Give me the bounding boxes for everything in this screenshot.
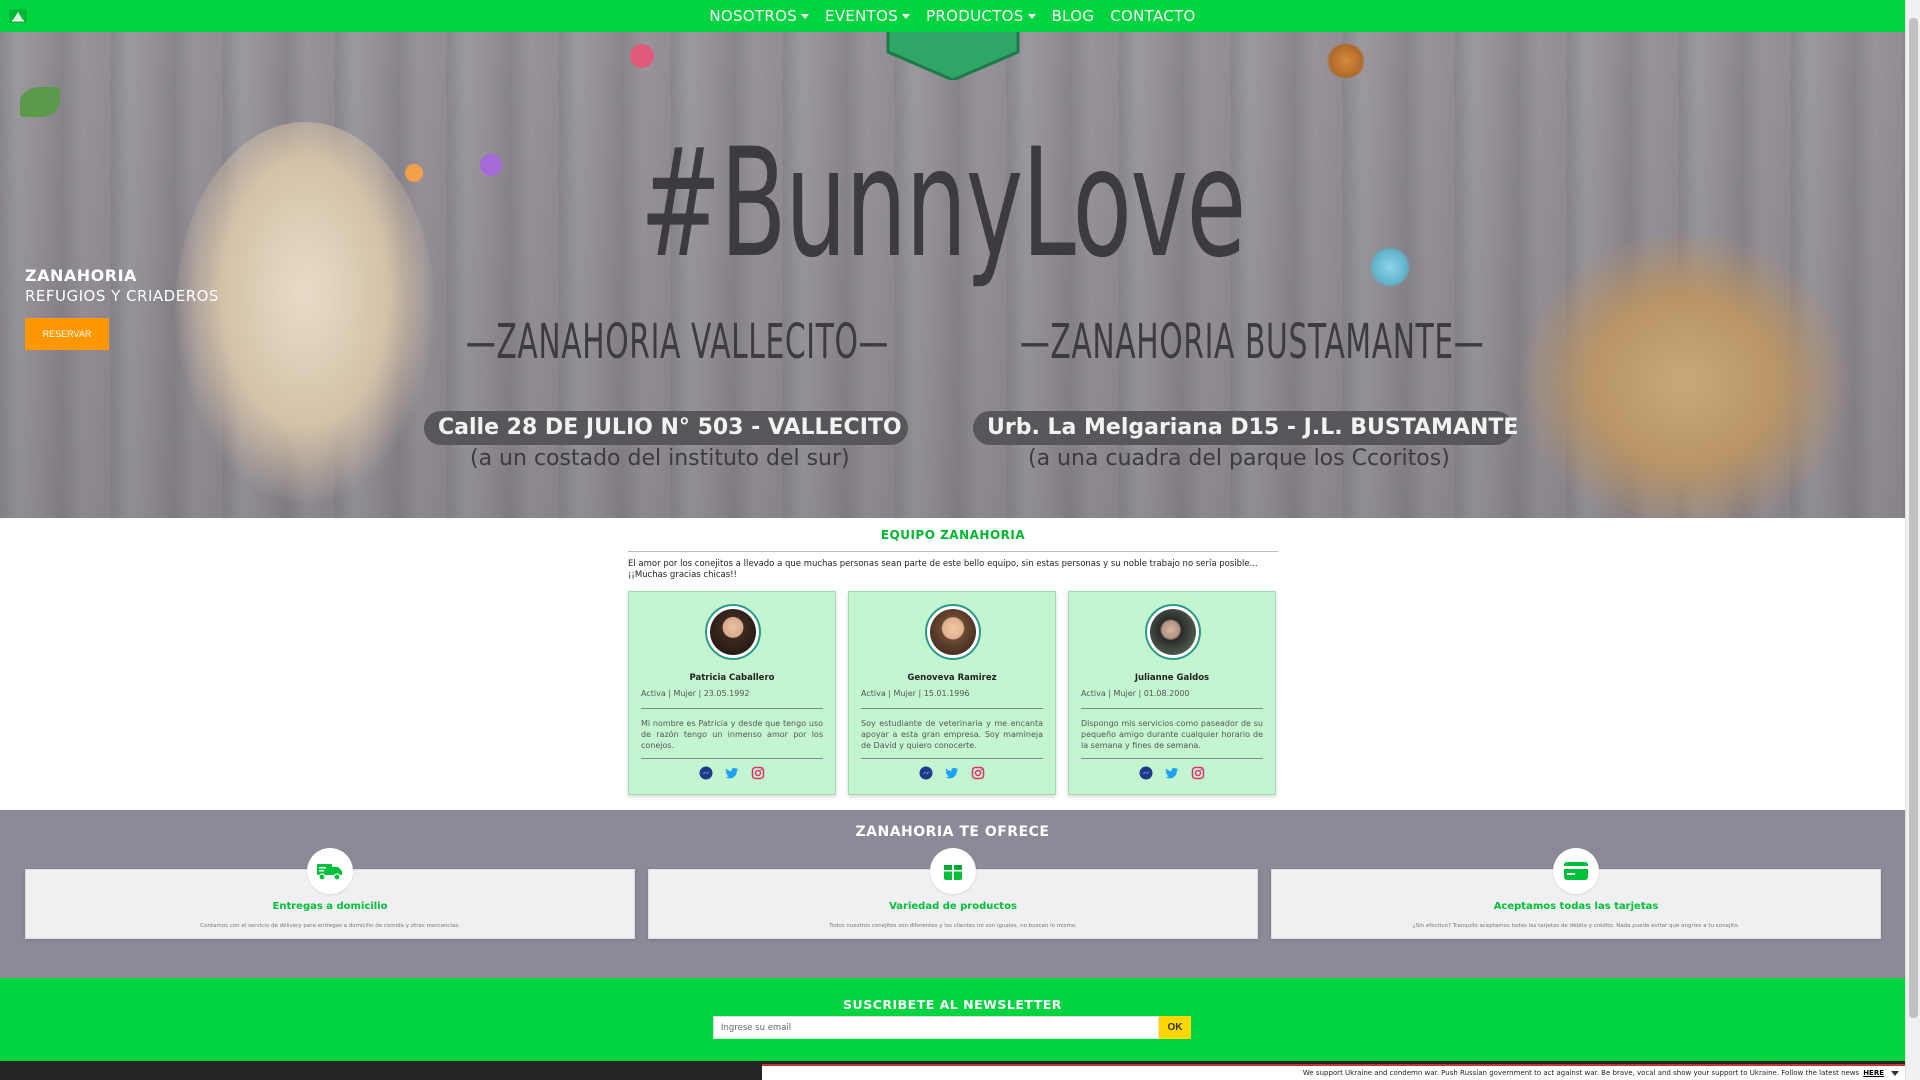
- member-meta: Activa | Mujer | 23.05.1992: [641, 689, 750, 698]
- divider: [861, 758, 1043, 759]
- social-links: [629, 766, 835, 780]
- petal-decoration-icon: [405, 164, 423, 182]
- messenger-icon[interactable]: [919, 766, 933, 780]
- nav-menu: NOSOTROS EVENTOS PRODUCTOS BLOG CONTACTO: [0, 0, 1905, 32]
- offer-desc: ¿Sin efectivo? Tranquilo aceptamos todas…: [1412, 923, 1740, 929]
- member-bio: Soy estudiante de veterinaria y me encan…: [861, 719, 1043, 750]
- hero-carousel-slide: #BunnyLove —ZANAHORIA VALLECITO— —ZANAHO…: [0, 32, 1905, 518]
- top-navbar: NOSOTROS EVENTOS PRODUCTOS BLOG CONTACTO: [0, 0, 1905, 32]
- team-member-card: Julianne Galdos Activa | Mujer | 01.08.2…: [1068, 591, 1276, 795]
- petal-decoration-icon: [630, 44, 654, 68]
- banner-link[interactable]: HERE: [1863, 1069, 1884, 1077]
- newsletter-title: SUSCRIBETE AL NEWSLETTER: [843, 997, 1062, 1012]
- member-name: Patricia Caballero: [689, 673, 775, 683]
- nav-item-label: CONTACTO: [1110, 7, 1196, 25]
- newsletter-section: SUSCRIBETE AL NEWSLETTER OK: [0, 978, 1905, 1061]
- avatar: [705, 604, 761, 660]
- page-scrollbar[interactable]: [1905, 0, 1920, 1080]
- newsletter-submit-button[interactable]: OK: [1159, 1016, 1191, 1039]
- logo-badge-icon: [886, 32, 1020, 80]
- team-cards: Patricia Caballero Activa | Mujer | 23.0…: [628, 591, 1278, 795]
- location-title-bustamante: —ZANAHORIA BUSTAMANTE—: [1020, 314, 1485, 370]
- ukraine-support-banner: We support Ukraine and condemn war. Push…: [762, 1064, 1905, 1080]
- offer-title: Variedad de productos: [889, 901, 1017, 912]
- nav-item-contacto[interactable]: CONTACTO: [1110, 7, 1195, 25]
- location-title-vallecito: —ZANAHORIA VALLECITO—: [466, 314, 889, 370]
- team-member-card: Patricia Caballero Activa | Mujer | 23.0…: [628, 591, 836, 795]
- location-address-bustamante: Urb. La Melgariana D15 - J.L. BUSTAMANTE: [973, 411, 1518, 445]
- team-member-card: Genoveva Ramirez Activa | Mujer | 15.01.…: [848, 591, 1056, 795]
- divider: [1081, 708, 1263, 709]
- instagram-icon[interactable]: [1191, 766, 1205, 780]
- hero-caption-subtitle: REFUGIOS Y CRIADEROS: [25, 287, 219, 305]
- avatar: [1145, 604, 1201, 660]
- social-links: [849, 766, 1055, 780]
- hero-hashtag: #BunnyLove: [640, 117, 1246, 291]
- bunny-right-illustration: [1520, 232, 1850, 518]
- member-bio: Mi nombre es Patricia y desde que tengo …: [641, 719, 823, 750]
- nav-item-label: EVENTOS: [825, 7, 899, 25]
- divider: [1081, 758, 1263, 759]
- location-address-vallecito: Calle 28 DE JULIO N° 503 - VALLECITO: [424, 411, 908, 445]
- divider: [641, 708, 823, 709]
- petal-decoration-icon: [480, 154, 502, 176]
- divider: [861, 708, 1043, 709]
- reserve-button[interactable]: RESERVAR: [25, 318, 109, 350]
- bunny-left-illustration: [175, 122, 435, 502]
- divider: [641, 758, 823, 759]
- offer-card-cards: Aceptamos todas las tarjetas ¿Sin efecti…: [1271, 848, 1881, 939]
- nav-item-nosotros[interactable]: NOSOTROS: [709, 7, 810, 25]
- offer-title: Aceptamos todas las tarjetas: [1493, 901, 1659, 912]
- offers-title: ZANAHORIA TE OFRECE: [855, 824, 1050, 840]
- butterfly-icon: [1325, 44, 1367, 78]
- social-links: [1069, 766, 1275, 780]
- team-title: EQUIPO ZANAHORIA: [880, 528, 1026, 542]
- instagram-icon[interactable]: [751, 766, 765, 780]
- hero-caption-title: ZANAHORIA: [25, 266, 137, 285]
- nav-item-label: PRODUCTOS: [926, 7, 1024, 25]
- offer-card-delivery: Entregas a domicilio Contamos con el ser…: [25, 848, 635, 939]
- delivery-truck-icon: [307, 848, 353, 894]
- messenger-icon[interactable]: [1139, 766, 1153, 780]
- team-section: EQUIPO ZANAHORIA El amor por los conejit…: [628, 518, 1278, 795]
- member-meta: Activa | Mujer | 15.01.1996: [861, 689, 970, 698]
- caret-down-icon: [1027, 13, 1036, 19]
- location-reference-vallecito: (a un costado del instituto del sur): [470, 446, 850, 471]
- location-reference-bustamante: (a una cuadra del parque los Ccoritos): [1028, 446, 1450, 471]
- twitter-icon[interactable]: [1165, 766, 1179, 780]
- nav-item-productos[interactable]: PRODUCTOS: [926, 7, 1036, 25]
- caret-down-icon: [902, 13, 911, 19]
- banner-text: We support Ukraine and condemn war. Push…: [1302, 1069, 1860, 1077]
- team-divider: [628, 551, 1278, 552]
- nav-item-label: NOSOTROS: [709, 7, 798, 25]
- twitter-icon[interactable]: [725, 766, 739, 780]
- offer-card-products: Variedad de productos Todos nuestros con…: [648, 848, 1258, 939]
- member-meta: Activa | Mujer | 01.08.2000: [1081, 689, 1190, 698]
- hero-caption: ZANAHORIA REFUGIOS Y CRIADEROS: [25, 266, 219, 305]
- instagram-icon[interactable]: [971, 766, 985, 780]
- butterfly-icon: [1370, 247, 1410, 287]
- offers-section: ZANAHORIA TE OFRECE Entregas a domicilio…: [0, 810, 1905, 978]
- newsletter-email-input[interactable]: [713, 1016, 1159, 1039]
- caret-down-icon: [801, 13, 810, 19]
- nav-item-eventos[interactable]: EVENTOS: [825, 7, 911, 25]
- avatar: [925, 604, 981, 660]
- scrollbar-thumb[interactable]: [1909, 18, 1918, 1018]
- leaf-decoration-icon: [20, 87, 60, 117]
- team-intro: El amor por los conejitos a llevado a qu…: [628, 559, 1258, 580]
- box-icon: [930, 848, 976, 894]
- offer-desc: Contamos con el servicio de delivery par…: [200, 923, 460, 929]
- twitter-icon[interactable]: [945, 766, 959, 780]
- messenger-icon[interactable]: [699, 766, 713, 780]
- chevron-down-icon[interactable]: [1891, 1070, 1899, 1076]
- offer-title: Entregas a domicilio: [272, 901, 388, 912]
- member-name: Julianne Galdos: [1134, 673, 1210, 683]
- nav-item-blog[interactable]: BLOG: [1052, 7, 1095, 25]
- member-bio: Dispongo mis servicios como paseador de …: [1081, 719, 1263, 750]
- nav-item-label: BLOG: [1051, 7, 1095, 25]
- offer-desc: Todos nuestros conejitos son diferentes …: [829, 923, 1077, 929]
- credit-card-icon: [1553, 848, 1599, 894]
- member-name: Genoveva Ramirez: [907, 673, 997, 683]
